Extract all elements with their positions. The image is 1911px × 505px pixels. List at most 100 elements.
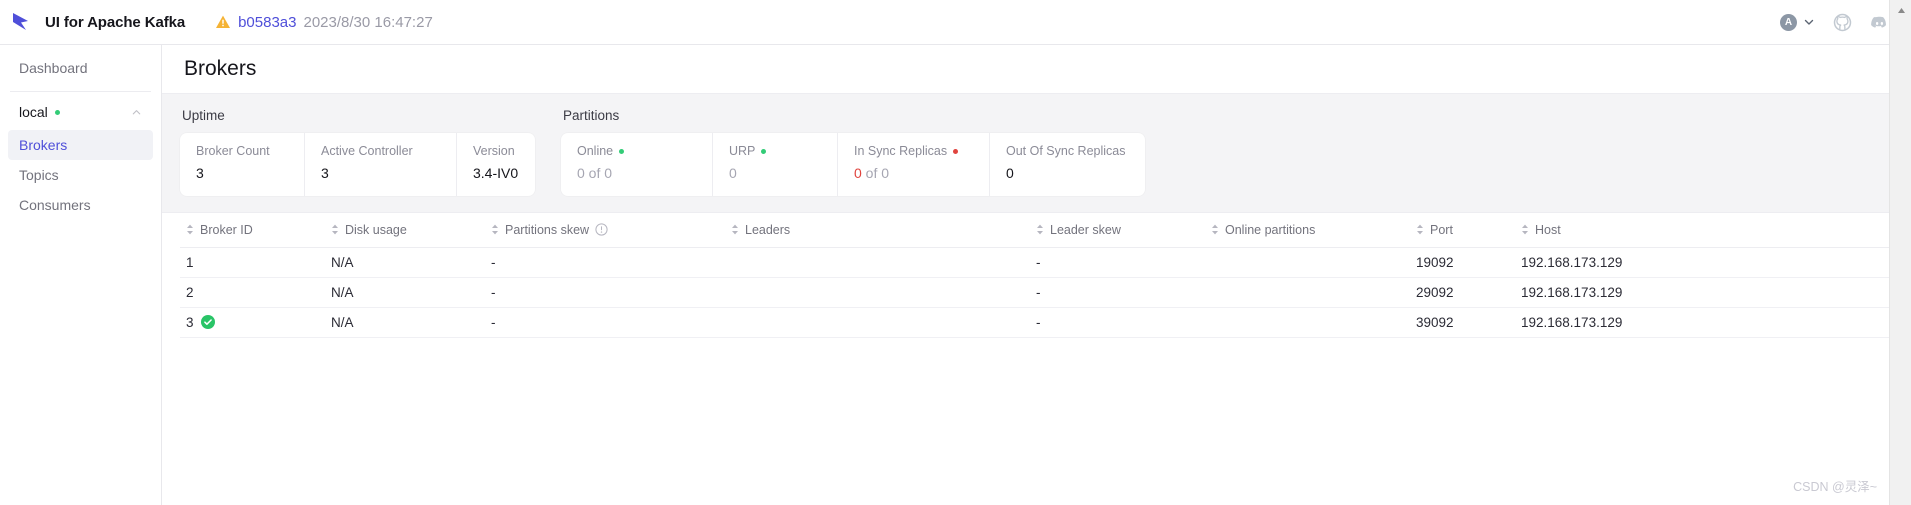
metric-label-text: URP <box>729 144 756 158</box>
column-label: Partitions skew <box>505 222 590 237</box>
metric-label: Active Controller <box>321 144 413 158</box>
cluster-name-label: local <box>19 104 48 120</box>
metrics-group-uptime: Uptime Broker Count 3 Active Controller … <box>180 108 535 196</box>
sidebar-item-label: Brokers <box>19 137 68 153</box>
kafka-arrow-logo-icon <box>13 13 28 30</box>
column-header-partitions-skew[interactable]: Partitions skew <box>485 213 725 248</box>
cell-broker-id: 3 <box>180 307 325 338</box>
cell-leader-skew: - <box>1030 307 1205 338</box>
app-header: UI for Apache Kafka b0583a3 2023/8/30 16… <box>0 0 1911 45</box>
table-row[interactable]: 3 N/A - - 39092 192.168.173.129 <box>180 307 1893 338</box>
chevron-down-icon <box>1804 19 1814 25</box>
table-head: Broker ID Disk usage Partitions skew Lea… <box>180 213 1893 248</box>
table-header-row: Broker ID Disk usage Partitions skew Lea… <box>180 213 1893 248</box>
brokers-table-container: Broker ID Disk usage Partitions skew Lea… <box>162 213 1911 505</box>
theme-switcher[interactable]: A <box>1780 13 1815 31</box>
brand[interactable]: UI for Apache Kafka <box>10 9 185 35</box>
column-header-disk-usage[interactable]: Disk usage <box>325 213 485 248</box>
cell-online-partitions <box>1205 247 1410 278</box>
brokers-table: Broker ID Disk usage Partitions skew Lea… <box>180 213 1893 338</box>
metric-value: 0 of 0 <box>854 165 973 181</box>
column-header-leaders[interactable]: Leaders <box>725 213 1030 248</box>
caret-up-icon <box>1897 7 1905 13</box>
column-label: Leader skew <box>1050 222 1121 237</box>
cell-partitions-skew: - <box>485 277 725 308</box>
sort-arrows-icon <box>1212 224 1218 235</box>
github-icon[interactable] <box>1833 13 1852 32</box>
metric-value: 3 <box>321 165 329 181</box>
sidebar-item-label: Topics <box>19 167 59 183</box>
table-row[interactable]: 2 N/A - - 29092 192.168.173.129 <box>180 277 1893 308</box>
metrics-group-partitions: Partitions Online 0 of 0 URP 0 In Sync R… <box>561 108 1145 196</box>
metric-value-primary: 0 <box>854 165 862 181</box>
metrics-bar: Uptime Broker Count 3 Active Controller … <box>162 94 1911 213</box>
status-dot-green-icon <box>619 148 625 154</box>
sidebar-cluster-local[interactable]: local <box>8 98 153 126</box>
status-dot-red-icon <box>953 148 959 154</box>
metric-online: Online 0 of 0 <box>561 133 713 196</box>
commit-hash-link[interactable]: b0583a3 <box>238 14 296 31</box>
cell-host: 192.168.173.129 <box>1515 277 1893 308</box>
sidebar-item-label: Consumers <box>19 197 91 213</box>
sidebar-item-brokers[interactable]: Brokers <box>8 130 153 160</box>
sidebar: Dashboard local Brokers Topics Consumers <box>0 45 162 505</box>
sidebar-cluster-nav: Brokers Topics Consumers <box>0 126 161 220</box>
cell-broker-id: 2 <box>180 277 325 308</box>
metric-value: 3.4-IV0 <box>473 165 519 181</box>
cell-host: 192.168.173.129 <box>1515 307 1893 338</box>
cell-online-partitions <box>1205 277 1410 308</box>
column-label: Disk usage <box>345 222 407 237</box>
broker-id-value: 3 <box>186 314 194 330</box>
page-header: Brokers <box>162 45 1911 94</box>
cell-partitions-skew: - <box>485 307 725 338</box>
metric-label: Broker Count <box>196 144 270 158</box>
column-header-leader-skew[interactable]: Leader skew <box>1030 213 1205 248</box>
metric-value: 3 <box>196 165 204 181</box>
column-header-online-partitions[interactable]: Online partitions <box>1205 213 1410 248</box>
cell-online-partitions <box>1205 307 1410 338</box>
sidebar-item-topics[interactable]: Topics <box>8 160 153 190</box>
uptime-card: Broker Count 3 Active Controller 3 Versi… <box>180 133 535 196</box>
metric-broker-count: Broker Count 3 <box>180 133 305 196</box>
metric-value-suffix: of 0 <box>584 165 613 181</box>
main-content: Brokers Uptime Broker Count 3 Active Con… <box>162 45 1911 505</box>
metric-value: 0 <box>1006 165 1014 181</box>
column-label: Online partitions <box>1225 222 1316 237</box>
column-header-broker-id[interactable]: Broker ID <box>180 213 325 248</box>
broker-id-value: 2 <box>186 284 194 300</box>
cell-port: 19092 <box>1410 247 1515 278</box>
column-header-host[interactable]: Host <box>1515 213 1893 248</box>
cell-leaders <box>725 247 1030 278</box>
build-info: b0583a3 2023/8/30 16:47:27 <box>215 14 433 31</box>
metric-value: 0 of 0 <box>577 165 696 181</box>
info-circle-icon[interactable] <box>595 223 608 236</box>
scrollbar-up-arrow[interactable] <box>1890 0 1911 20</box>
cell-leader-skew: - <box>1030 277 1205 308</box>
app-body: Dashboard local Brokers Topics Consumers… <box>0 45 1911 505</box>
column-header-port[interactable]: Port <box>1410 213 1515 248</box>
cell-leaders <box>725 277 1030 308</box>
sidebar-item-label: Dashboard <box>19 60 88 76</box>
brand-title: UI for Apache Kafka <box>45 13 186 31</box>
metric-value: 0 <box>729 165 737 181</box>
metric-label: URP <box>729 144 821 158</box>
sort-arrows-icon <box>492 224 498 235</box>
theme-avatar-icon: A <box>1780 13 1797 31</box>
cell-broker-id: 1 <box>180 247 325 278</box>
sidebar-item-consumers[interactable]: Consumers <box>8 190 153 220</box>
header-actions: A <box>1780 13 1897 32</box>
cell-leader-skew: - <box>1030 247 1205 278</box>
discord-icon[interactable] <box>1870 13 1889 32</box>
metric-label: In Sync Replicas <box>854 144 973 158</box>
warning-triangle-icon <box>216 15 231 28</box>
column-label: Leaders <box>745 222 791 237</box>
page-scrollbar[interactable] <box>1889 0 1911 505</box>
metric-in-sync-replicas: In Sync Replicas 0 of 0 <box>838 133 990 196</box>
metric-active-controller: Active Controller 3 <box>305 133 457 196</box>
chevron-up-icon[interactable] <box>131 107 142 118</box>
table-row[interactable]: 1 N/A - - 19092 192.168.173.129 <box>180 247 1893 278</box>
sidebar-item-dashboard[interactable]: Dashboard <box>8 53 153 83</box>
sort-arrows-icon <box>732 224 738 235</box>
active-controller-check-icon <box>200 315 215 329</box>
build-timestamp: 2023/8/30 16:47:27 <box>303 13 433 31</box>
